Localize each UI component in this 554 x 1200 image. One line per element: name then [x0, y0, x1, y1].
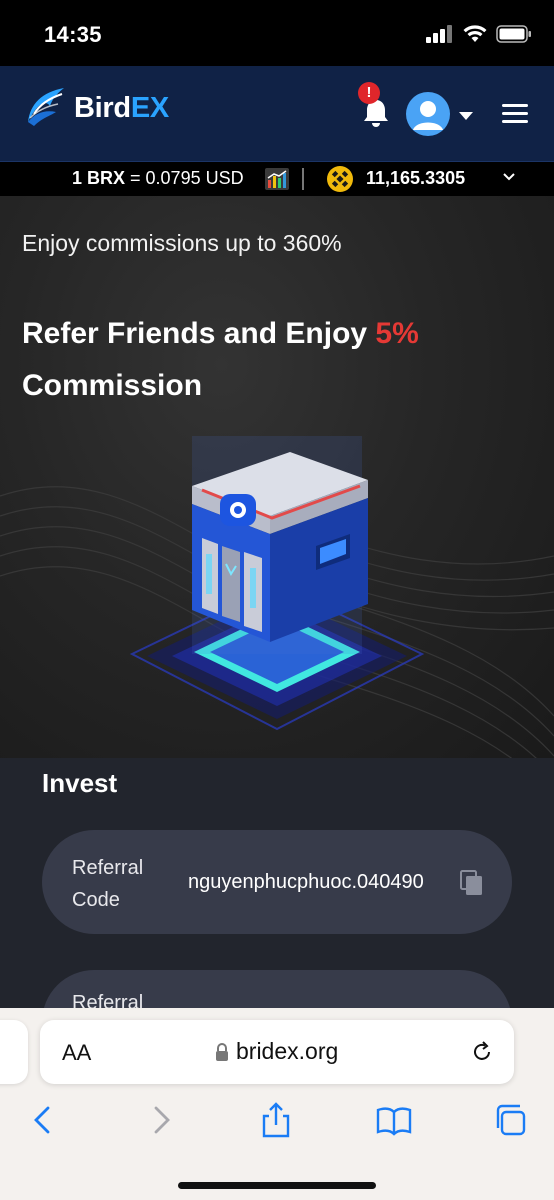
invest-section: Invest Referral Code nguyenphucphuoc.040… [0, 758, 554, 1074]
birdex-logo[interactable]: BirdEX [22, 86, 169, 130]
cellular-signal-icon [426, 24, 452, 43]
status-time: 14:35 [44, 22, 102, 47]
battery-icon [496, 24, 531, 43]
hero-title-suffix: Commission [22, 369, 203, 402]
forward-icon[interactable] [140, 1100, 180, 1140]
wallet-balance[interactable]: 11,165.3305 [366, 168, 465, 189]
back-icon[interactable] [24, 1100, 64, 1140]
bookmarks-icon[interactable] [374, 1100, 414, 1140]
url-text[interactable]: bridex.org [236, 1038, 338, 1065]
safari-browser-chrome: AA bridex.org [0, 1008, 554, 1200]
ios-status-bar: 14:35 [0, 0, 554, 66]
bird-logo-icon [28, 88, 64, 126]
referral-hero-banner: Enjoy commissions up to 360% Refer Frien… [0, 196, 554, 758]
invest-title: Invest [42, 768, 118, 798]
tabs-icon[interactable] [492, 1100, 532, 1140]
copy-icon[interactable] [460, 870, 484, 896]
bnb-coin-icon [327, 166, 353, 192]
referral-code-label: Referral Code [72, 857, 144, 911]
referral-code-card: Referral Code nguyenphucphuoc.040490 [42, 830, 512, 934]
brx-pair: 1 BRX [72, 168, 126, 188]
treasure-chest-illustration [129, 436, 425, 731]
brx-rate: = 0.0795 USD [125, 168, 244, 188]
referral-code-value[interactable]: nguyenphucphuoc.040490 [188, 871, 424, 894]
address-bar[interactable]: AA bridex.org [40, 1020, 514, 1084]
text-size-button[interactable]: AA [62, 1040, 91, 1066]
brx-price: 1 BRX = 0.0795 USD [72, 168, 244, 189]
chevron-down-icon[interactable] [502, 170, 516, 184]
previous-tab-preview[interactable] [0, 1020, 28, 1084]
logo-text: BirdEX [74, 92, 169, 125]
menu-hamburger-icon[interactable] [502, 104, 528, 124]
reload-icon[interactable] [470, 1040, 494, 1064]
wifi-icon [463, 25, 487, 42]
home-indicator[interactable] [178, 1182, 376, 1189]
logo-ex-text: EX [130, 91, 169, 124]
lock-icon [216, 1043, 228, 1061]
avatar-dropdown-caret-icon[interactable] [459, 112, 473, 120]
status-icons [426, 24, 532, 43]
ticker-divider [302, 168, 304, 190]
logo-bird-text: Bird [74, 91, 131, 124]
hero-subtitle: Enjoy commissions up to 360% [22, 230, 342, 256]
user-avatar[interactable] [406, 92, 450, 136]
hero-title-prefix: Refer Friends and Enjoy [22, 317, 376, 350]
notification-badge: ! [358, 82, 380, 104]
hero-title: Refer Friends and Enjoy 5% Commission [22, 308, 522, 412]
safari-toolbar [0, 1100, 554, 1150]
user-avatar-icon [413, 101, 443, 130]
hero-title-highlight: 5% [375, 317, 419, 350]
share-icon[interactable] [256, 1100, 296, 1140]
price-ticker: 1 BRX = 0.0795 USD 11,165.3305 [0, 162, 554, 196]
chart-icon[interactable] [265, 168, 289, 190]
